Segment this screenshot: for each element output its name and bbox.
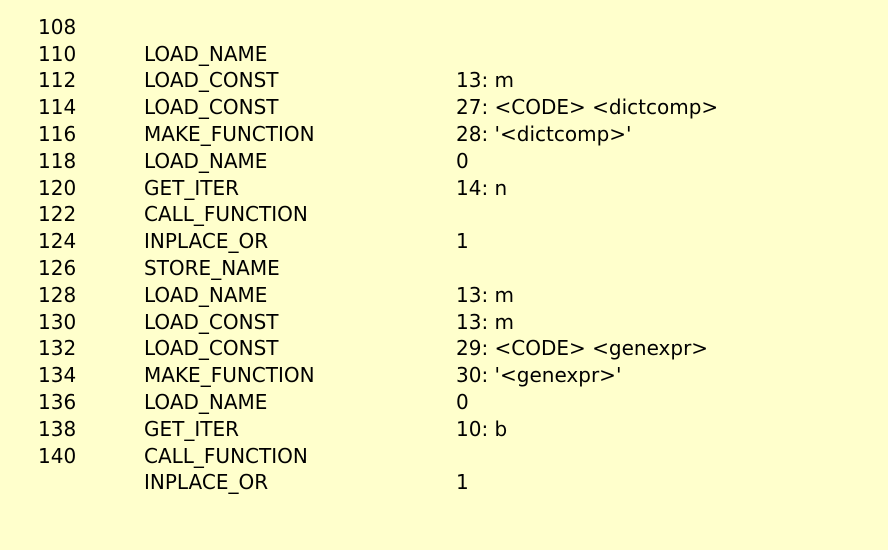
instruction-row: 124 STORE_NAME 13: m — [0, 201, 888, 307]
instruction-row: 112 LOAD_CONST 28: '<dictcomp>' — [0, 41, 888, 146]
instruction-arg: 1 — [456, 470, 469, 495]
instruction-row: 134 LOAD_NAME 10: b — [0, 335, 888, 441]
instruction-offset: 140 — [38, 443, 77, 468]
bytecode-listing: 108 LOAD_NAME 13: m 110 LOAD_CONST 27: <… — [0, 0, 888, 495]
instruction-row: 128 LOAD_CONST 29: <CODE> <genexpr> — [0, 255, 888, 361]
instruction-row: 130 LOAD_CONST 30: '<genexpr>' — [0, 282, 888, 388]
instruction-row: 136 GET_ITER — [0, 362, 888, 441]
instruction-row: 120 CALL_FUNCTION 1 — [0, 148, 888, 254]
instruction-row: 126 LOAD_NAME 13: m — [0, 228, 888, 334]
instruction-opname: INPLACE_OR — [144, 470, 269, 495]
instruction-row: 116 LOAD_NAME 14: n — [0, 94, 888, 200]
instruction-row: 140 INPLACE_OR — [0, 416, 888, 495]
instruction-row: 132 MAKE_FUNCTION 0 — [0, 309, 888, 414]
instruction-opname: CALL_FUNCTION — [144, 443, 308, 468]
instruction-row: 118 GET_ITER — [0, 121, 888, 200]
instruction-row: 110 LOAD_CONST 27: <CODE> <dictcomp> — [0, 14, 888, 120]
instruction-row: 114 MAKE_FUNCTION 0 — [0, 67, 888, 173]
instruction-row: 122 INPLACE_OR — [0, 175, 888, 253]
instruction-row: 108 LOAD_NAME 13: m — [0, 0, 888, 93]
instruction-row: 138 CALL_FUNCTION 1 — [0, 389, 888, 495]
